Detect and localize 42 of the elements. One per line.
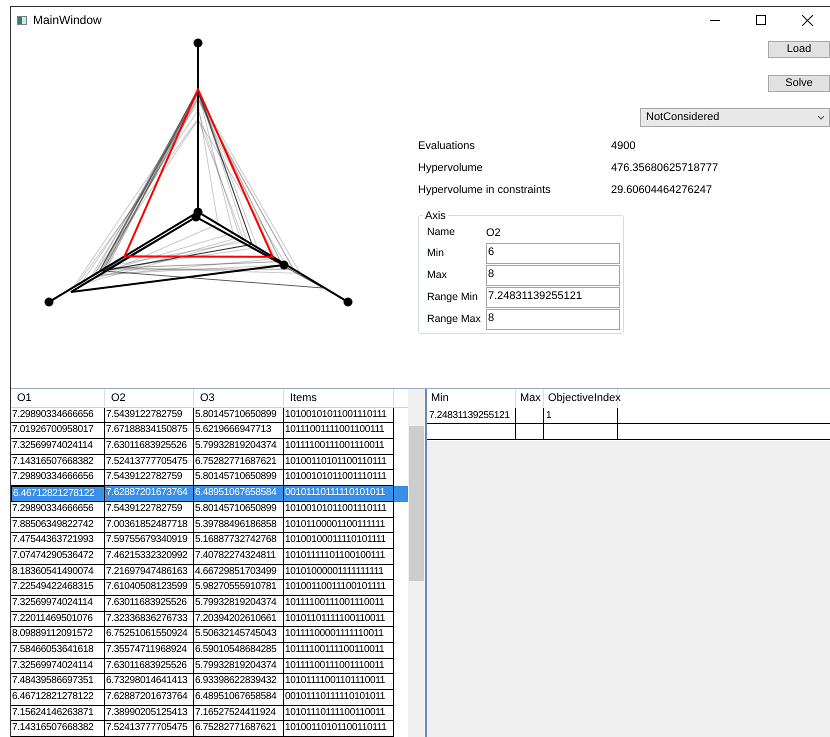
field-label: Range Min [426,290,479,305]
axis-name: O2 [486,226,501,241]
column-header[interactable]: Items [284,389,394,407]
scrollbar[interactable] [408,389,425,737]
axis-handle[interactable] [280,260,288,270]
table-cell: 7.14316507668382 [11,721,105,737]
caret-icon [818,116,824,120]
stat-label: Hypervolume in constraints [418,182,552,198]
input-field[interactable]: 6 [486,243,620,264]
column-header[interactable]: O3 [194,389,284,407]
column-header[interactable]: O1 [11,389,105,407]
field-label: Min [426,246,445,261]
table-cell: 10100110101100110111 [284,721,394,737]
action-button[interactable]: Solve [768,75,830,92]
action-button[interactable]: Load [768,41,830,58]
input-field[interactable]: 7.24831139255121 [486,287,620,308]
table-row[interactable]: 7.29890334666656 7.5439122782759 5.80145710650899 10100101011001110111 [11,408,408,424]
table-cell: 6.75282771687621 [194,721,284,737]
column-header[interactable]: O2 [105,389,194,407]
axis-handle[interactable] [194,38,202,48]
axis-handle[interactable] [344,298,352,306]
field-label: Name [426,225,456,240]
field-label: Range Max [426,312,482,327]
mode-dropdown[interactable]: NotConsidered [640,108,830,127]
stat-label: Hypervolume [418,160,484,176]
stat-value: 29.60604464276247 [611,182,712,198]
new-row[interactable] [427,424,830,440]
table-cell: 1 [544,408,618,423]
input-field[interactable]: 8 [486,309,620,330]
close-icon [802,14,812,26]
table-cell: 7.24831139255121 [427,408,516,423]
axis-handle[interactable] [44,298,54,306]
table-cell: 7.52413777705475 [105,721,194,737]
app-icon [17,16,27,24]
table-cell: 6.46712821278122 [11,486,105,502]
input-field[interactable]: 8 [486,265,620,286]
field-label: Max [426,268,448,283]
table-cell: 7.29890334666656 [11,470,105,486]
stat-label: Evaluations [418,138,476,154]
stat-value: 476.35680625718777 [611,160,718,176]
window-title: MainWindow [33,12,102,29]
stat-value: 4900 [611,138,636,154]
